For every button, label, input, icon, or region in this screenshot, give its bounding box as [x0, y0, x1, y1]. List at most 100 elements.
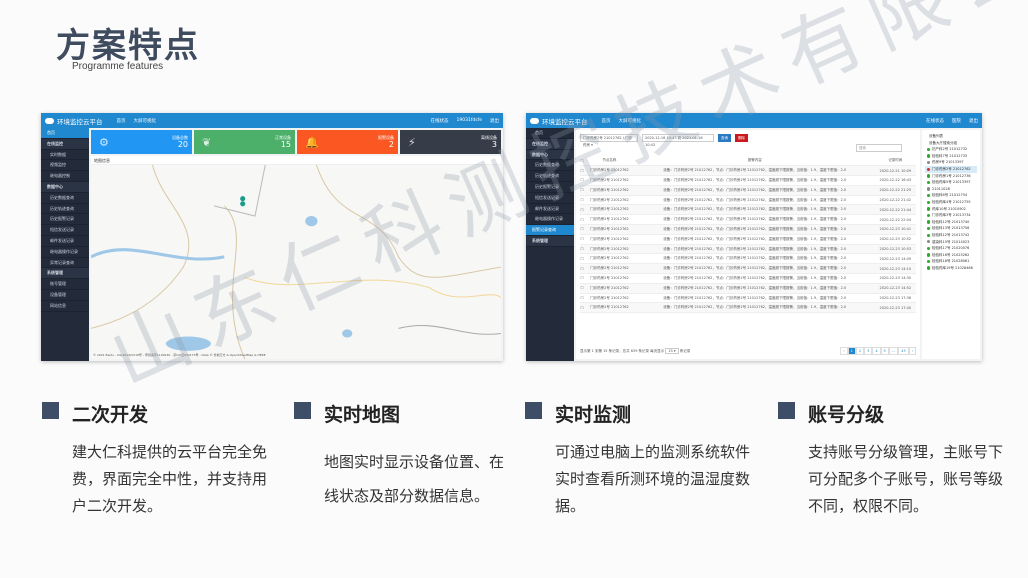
status-menu[interactable]: 在线状态 [926, 118, 944, 124]
tree-node[interactable]: 检验科17号 21020076 [925, 245, 977, 252]
tree-node[interactable]: 药房9号 21013397 [925, 159, 977, 166]
device-marker[interactable] [240, 196, 246, 202]
table-row[interactable]: ☐ 门诊药房2号 21012762 设备：门诊药房2号 21012762，节点：门诊… [580, 204, 916, 216]
page-button[interactable]: ‹ [840, 347, 848, 355]
sidebar-item[interactable]: 在线监控 [41, 138, 89, 150]
page-button[interactable]: 3 [864, 347, 873, 355]
table-row[interactable]: ☐ 门诊药房2号 21012762 设备：门诊药房2号 21012762，节点：门诊… [580, 302, 916, 314]
map-canvas[interactable] [91, 165, 501, 359]
nav-bigscreen[interactable]: 大屏可视化 [619, 118, 642, 124]
table-row[interactable]: ☐ 门诊药房2号 21012762 设备：门诊药房2号 21012762，节点：门诊… [580, 195, 916, 206]
sidebar-item[interactable]: 继电器操作记录 [526, 214, 574, 226]
sidebar-item[interactable]: 实时数据 [41, 150, 89, 161]
status-menu[interactable]: 在线状态 [431, 118, 449, 124]
table-row[interactable]: ☐ 门诊药房2号 21012762 设备：门诊药房2号 21012762，节点：门诊… [580, 214, 916, 226]
tree-node[interactable]: 检验药库4号 21012755 [925, 199, 977, 206]
page-button[interactable]: 4 [872, 347, 881, 355]
sidebar-item[interactable]: 邮件发送记录 [526, 204, 574, 215]
tree-node[interactable]: 检验科18号 21028061 [925, 258, 977, 265]
stat-value: 3 [491, 140, 497, 149]
table-row[interactable]: ☐ 门诊药房2号 21012762 设备：门诊药房2号 21012762，节点：门诊… [580, 185, 916, 196]
map-panel[interactable]: 地图信息 © 2021 Baidu - GS(2019)5218号 - 甲测资字… [91, 156, 501, 359]
sidebar-item[interactable]: 历史轨迹查询 [526, 171, 574, 182]
tree-node[interactable]: 检验科12号 21013742 [925, 232, 977, 239]
tree-node[interactable]: 检验科6号 21012754 [925, 192, 977, 199]
device-marker[interactable] [240, 201, 246, 207]
sidebar-item[interactable]: 历史数据查询 [41, 193, 89, 204]
tree-node[interactable]: 门诊药库3号 21013734 [925, 212, 977, 219]
sidebar-item[interactable]: 历史轨迹查询 [41, 204, 89, 215]
table-row[interactable]: ☐ 门诊药房2号 21012762 设备：门诊药房2号 21012762，节点：门诊… [580, 244, 916, 255]
cell-time: 2020-12-23 14:09 [874, 253, 916, 265]
table-row[interactable]: ☐ 门诊药房2号 21012762 设备：门诊药房2号 21012762，节点：门诊… [580, 165, 916, 177]
tree-node[interactable]: 药库10号 21010902 [925, 206, 977, 213]
date-range-input[interactable]: 2020-12-16 10:43 到 2021-01-16 10:43 [642, 134, 714, 147]
col-node[interactable]: 节点名称 [584, 156, 635, 167]
sidebar-item[interactable]: 首页 [41, 128, 89, 139]
cell-node: 门诊药房2号 21012762 [584, 293, 635, 304]
sidebar-item[interactable]: 网站信息 [41, 301, 89, 312]
tree-node[interactable]: 21011028 [925, 186, 977, 193]
sidebar-item[interactable]: 短信发送记录 [41, 225, 89, 236]
sidebar-item[interactable]: 继电器控制 [41, 171, 89, 182]
col-content[interactable]: 报警内容 [634, 156, 875, 167]
sidebar-item[interactable]: 异常记录查询 [41, 258, 89, 269]
col-time[interactable]: 记录时间 [874, 156, 916, 167]
page-button[interactable]: 5 [880, 347, 889, 355]
table-row[interactable]: ☐ 门诊药房2号 21012762 设备：门诊药房2号 21012762，节点：门诊… [580, 175, 916, 186]
tree-node[interactable]: 检验药库5号 21013397 [925, 179, 977, 186]
sidebar-item[interactable]: 邮件发送记录 [41, 236, 89, 247]
logout-link[interactable]: 退出 [969, 118, 978, 124]
nav-home[interactable]: 首页 [117, 118, 126, 124]
tree-node[interactable]: 检验科16号 21025262 [925, 252, 977, 259]
page-button[interactable]: 43 [898, 347, 909, 355]
table-row[interactable]: ☐ 门诊药房2号 21012762 设备：门诊药房2号 21012762，节点：门诊… [580, 253, 916, 265]
table-row[interactable]: ☐ 门诊药房2号 21012762 设备：门诊药房2号 21012762，节点：门诊… [580, 263, 916, 275]
sidebar-item[interactable]: 历史报警记录 [41, 214, 89, 226]
sidebar-item[interactable]: 系统管理 [526, 235, 574, 247]
page-button[interactable]: › [908, 347, 916, 355]
cell-time: 2020-12-21 10:09 [874, 165, 916, 177]
table-row[interactable]: ☐ 门诊药房2号 21012762 设备：门诊药房2号 21012762，节点：门诊… [580, 234, 916, 245]
sidebar-item[interactable]: 在线监控 [526, 138, 574, 150]
tree-node[interactable]: 妇产科2号 21012732 [925, 146, 977, 153]
sidebar-item[interactable]: 系统管理 [41, 268, 89, 280]
sidebar-item[interactable]: 数据中心 [526, 149, 574, 161]
table-row[interactable]: ☐ 门诊药房2号 21012762 设备：门诊药房2号 21012762，节点：门诊… [580, 293, 916, 304]
table-row[interactable]: ☐ 门诊药房2号 21012762 设备：门诊药房2号 21012762，节点：门诊… [580, 273, 916, 284]
per-page-select[interactable]: 15 ▾ [665, 348, 679, 354]
sidebar-item[interactable]: 账号管理 [41, 279, 89, 290]
tree-node[interactable]: 检验科12号 21013740 [925, 219, 977, 226]
tree-node[interactable]: 检验科7号 21012733 [925, 153, 977, 160]
tree-node[interactable]: 检验药库19号 21028466 [925, 265, 977, 272]
sidebar-item[interactable]: 报警记录查询 [526, 225, 574, 236]
nav-bigscreen[interactable]: 大屏可视化 [134, 118, 157, 124]
query-button[interactable]: 查询 [718, 134, 731, 142]
device-select[interactable]: 门诊药房2号 21012762 / 门诊药房 ▾ [580, 134, 638, 147]
table-row[interactable]: ☐ 门诊药房2号 21012762 设备：门诊药房2号 21012762，节点：门诊… [580, 283, 916, 294]
sidebar-item[interactable]: 设备管理 [41, 290, 89, 301]
tree-root[interactable]: 设备大厅搜索分组 [925, 140, 977, 147]
tree-node[interactable]: 感染科15号 21014023 [925, 239, 977, 246]
sidebar-item[interactable]: 历史报警记录 [526, 182, 574, 193]
logout-link[interactable]: 退出 [490, 118, 499, 124]
sidebar-item[interactable]: 视频监控 [41, 160, 89, 172]
nav-home[interactable]: 首页 [602, 118, 611, 124]
sidebar-item[interactable]: 数据中心 [41, 181, 89, 193]
sidebar-item[interactable]: 短信发送记录 [526, 193, 574, 204]
sidebar-item[interactable]: 历史数据查询 [526, 160, 574, 172]
tree-node[interactable]: 门诊药房2号 21012762 [925, 165, 977, 173]
user-menu[interactable]: 19031fdsfe [457, 118, 482, 123]
tree-node[interactable]: 门诊药房1号 21012736 [925, 173, 977, 180]
sidebar-item[interactable]: 首页 [526, 128, 574, 139]
page-button[interactable]: 1 [847, 347, 856, 355]
table-row[interactable]: ☐ 门诊药房2号 21012762 设备：门诊药房2号 21012762，节点：门诊… [580, 224, 916, 235]
search-input[interactable]: 搜索 [856, 144, 902, 152]
sidebar-item[interactable]: 继电器操作记录 [41, 247, 89, 258]
tree-node[interactable]: 检验科13号 21013756 [925, 225, 977, 232]
alarm-records-screenshot: 环境监控云平台 首页 大屏可视化 在线状态 医院 退出 首页 在线监控 数据中心 历史… [526, 113, 982, 361]
page-button[interactable]: ... [888, 347, 899, 355]
user-menu[interactable]: 医院 [952, 118, 961, 124]
delete-button[interactable]: 删除 [735, 134, 748, 142]
page-button[interactable]: 2 [855, 347, 865, 355]
